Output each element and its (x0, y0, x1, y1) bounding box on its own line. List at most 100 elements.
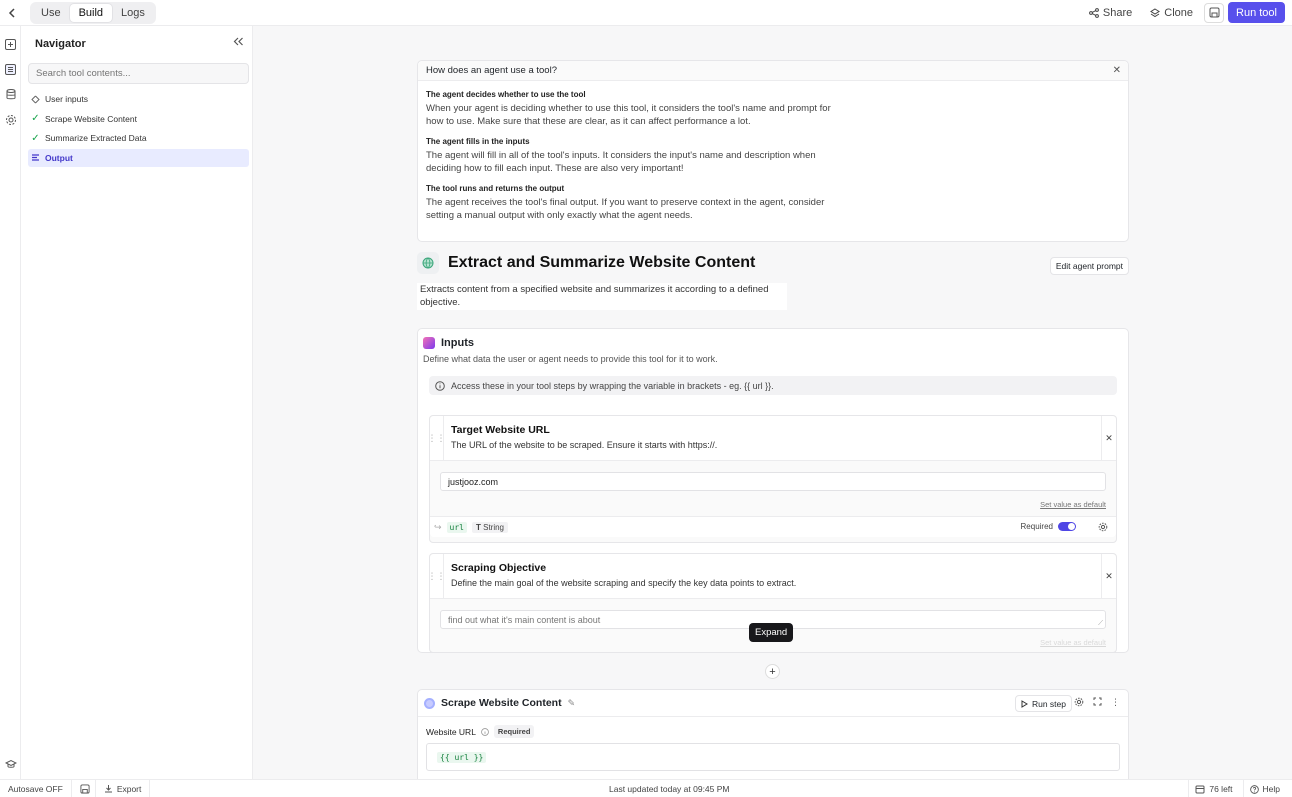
field-meta: Scraping Objective Define the main goal … (444, 554, 1101, 598)
nav-item-summarize-data[interactable]: ✓ Summarize Extracted Data (28, 129, 249, 147)
website-url-input[interactable]: {{ url }} (426, 743, 1120, 771)
tab-build[interactable]: Build (69, 3, 113, 22)
bottom-right: 76 left Help (1188, 780, 1286, 797)
pen-icon (423, 337, 435, 349)
bottom-bar: Autosave OFF Export Last updated today a… (0, 779, 1292, 797)
run-step-button[interactable]: Run step (1014, 695, 1072, 712)
drag-handle-icon[interactable]: ⋮⋮ (428, 416, 446, 460)
info-text: Access these in your tool steps by wrapp… (451, 380, 774, 391)
field-name[interactable]: Target Website URL (451, 424, 1094, 436)
run-tool-button[interactable]: Run tool (1228, 2, 1285, 23)
variable-tag: url (446, 521, 467, 533)
clone-label: Clone (1164, 6, 1194, 19)
field-footer: ↪ url T String Required (430, 516, 1116, 537)
help-section: The agent fills in the inputs The agent … (418, 137, 1128, 175)
nav-item-output[interactable]: Output (28, 148, 249, 167)
field-value-input[interactable]: justjooz.com (440, 472, 1106, 491)
help-button[interactable]: Help (1242, 780, 1286, 797)
textarea-placeholder: find out what it's main content is about (448, 614, 601, 625)
required-toggle[interactable] (1058, 522, 1076, 531)
help-circle-icon (1249, 784, 1259, 794)
field-description[interactable]: Define the main goal of the website scra… (451, 578, 1094, 588)
back-chevron-icon[interactable] (0, 0, 24, 26)
remove-field-icon[interactable]: ✕ (1101, 554, 1116, 598)
nav-item-scrape-website[interactable]: ✓ Scrape Website Content (28, 110, 249, 128)
help-heading: The tool runs and returns the output (426, 184, 565, 193)
credits-left[interactable]: 76 left (1188, 780, 1238, 797)
help-text: When your agent is deciding whether to u… (426, 103, 831, 127)
nav-item-label: Scrape Website Content (45, 113, 137, 124)
play-icon (1021, 699, 1028, 708)
step-actions: ⋮ (1074, 697, 1120, 708)
return-arrow-icon: ↪ (434, 521, 442, 532)
top-actions: Share Clone Run tool (1082, 2, 1285, 23)
resize-handle-icon[interactable]: ⟋ (1098, 620, 1103, 628)
drag-handle-icon[interactable]: ⋮⋮ (428, 554, 446, 598)
info-icon (435, 380, 445, 391)
export-label: Export (116, 783, 142, 794)
field-settings-gear-icon[interactable] (1098, 522, 1108, 532)
field-header: ⋮⋮ Scraping Objective Define the main go… (428, 554, 1116, 599)
run-step-label: Run step (1031, 698, 1066, 709)
autosave-toggle[interactable]: Autosave OFF (0, 779, 72, 797)
tool-title[interactable]: Extract and Summarize Website Content (448, 254, 755, 272)
clone-icon (1150, 7, 1161, 17)
help-card: How does an agent use a tool? ✕ The agen… (417, 60, 1129, 242)
tab-logs[interactable]: Logs (112, 4, 154, 22)
input-field-target-url: ⋮⋮ Target Website URL The URL of the web… (428, 415, 1117, 543)
field-meta: Target Website URL The URL of the websit… (444, 416, 1101, 460)
step-settings-gear-icon[interactable] (1074, 697, 1084, 708)
tool-description[interactable]: Extracts content from a specified websit… (417, 283, 787, 310)
export-button[interactable]: Export (96, 779, 151, 797)
required-label: Required (1020, 522, 1053, 531)
set-default-link[interactable]: Set value as default (430, 500, 1116, 509)
last-updated-text: Last updated today at 09:45 PM (609, 784, 730, 794)
output-icon (32, 154, 39, 161)
save-icon[interactable] (76, 779, 96, 797)
tab-use[interactable]: Use (32, 4, 70, 22)
save-icon-button[interactable] (1204, 2, 1225, 23)
website-url-label-row: Website URL Required (418, 717, 1128, 738)
graduation-cap-icon[interactable] (0, 751, 21, 776)
settings-gear-icon[interactable] (0, 107, 21, 132)
required-toggle-group: Required (1021, 522, 1076, 531)
expand-fullscreen-icon[interactable] (1093, 697, 1102, 708)
collapse-double-chevron-icon[interactable] (233, 37, 244, 46)
list-icon[interactable] (0, 57, 21, 82)
website-url-label: Website URL (426, 726, 476, 737)
inputs-header: Inputs (418, 329, 1128, 349)
top-bar: Use Build Logs Share Clone Run tool (0, 0, 1292, 26)
navigator-list: User inputs ✓ Scrape Website Content ✓ S… (28, 90, 249, 168)
help-title: How does an agent use a tool? (418, 61, 1128, 81)
nav-item-user-inputs[interactable]: User inputs (28, 90, 249, 108)
database-icon[interactable] (0, 82, 21, 107)
share-button[interactable]: Share (1082, 3, 1139, 23)
help-section: The agent decides whether to use the too… (418, 90, 1128, 128)
info-icon[interactable] (481, 727, 489, 736)
credits-icon (1195, 785, 1205, 793)
check-icon: ✓ (31, 113, 40, 124)
type-label: String (483, 522, 505, 532)
edit-agent-prompt-button[interactable]: Edit agent prompt (1049, 257, 1129, 275)
type-tag[interactable]: T String (472, 521, 509, 533)
inputs-card: Inputs Define what data the user or agen… (417, 328, 1129, 653)
globe-icon (417, 252, 439, 274)
help-heading: The agent decides whether to use the too… (426, 90, 586, 99)
step-card: Scrape Website Content ✎ Run step ⋮ Webs… (417, 689, 1129, 779)
inputs-subtitle: Define what data the user or agent needs… (423, 354, 718, 364)
field-description[interactable]: The URL of the website to be scraped. En… (451, 440, 1094, 450)
clone-button[interactable]: Clone (1143, 3, 1200, 23)
input-icon (31, 95, 40, 103)
search-tool-input[interactable] (28, 63, 249, 84)
step-status-icon (424, 697, 435, 709)
edit-pencil-icon[interactable]: ✎ (568, 698, 576, 709)
more-vertical-icon[interactable]: ⋮ (1111, 697, 1120, 708)
field-name[interactable]: Scraping Objective (451, 562, 1094, 574)
add-square-icon[interactable] (0, 32, 21, 57)
add-step-plus-icon[interactable]: + (765, 664, 780, 679)
info-bar: Access these in your tool steps by wrapp… (429, 376, 1117, 395)
remove-field-icon[interactable]: ✕ (1101, 416, 1116, 460)
step-name[interactable]: Scrape Website Content (441, 697, 562, 709)
close-icon[interactable]: ✕ (1113, 65, 1121, 76)
download-icon (104, 785, 112, 793)
